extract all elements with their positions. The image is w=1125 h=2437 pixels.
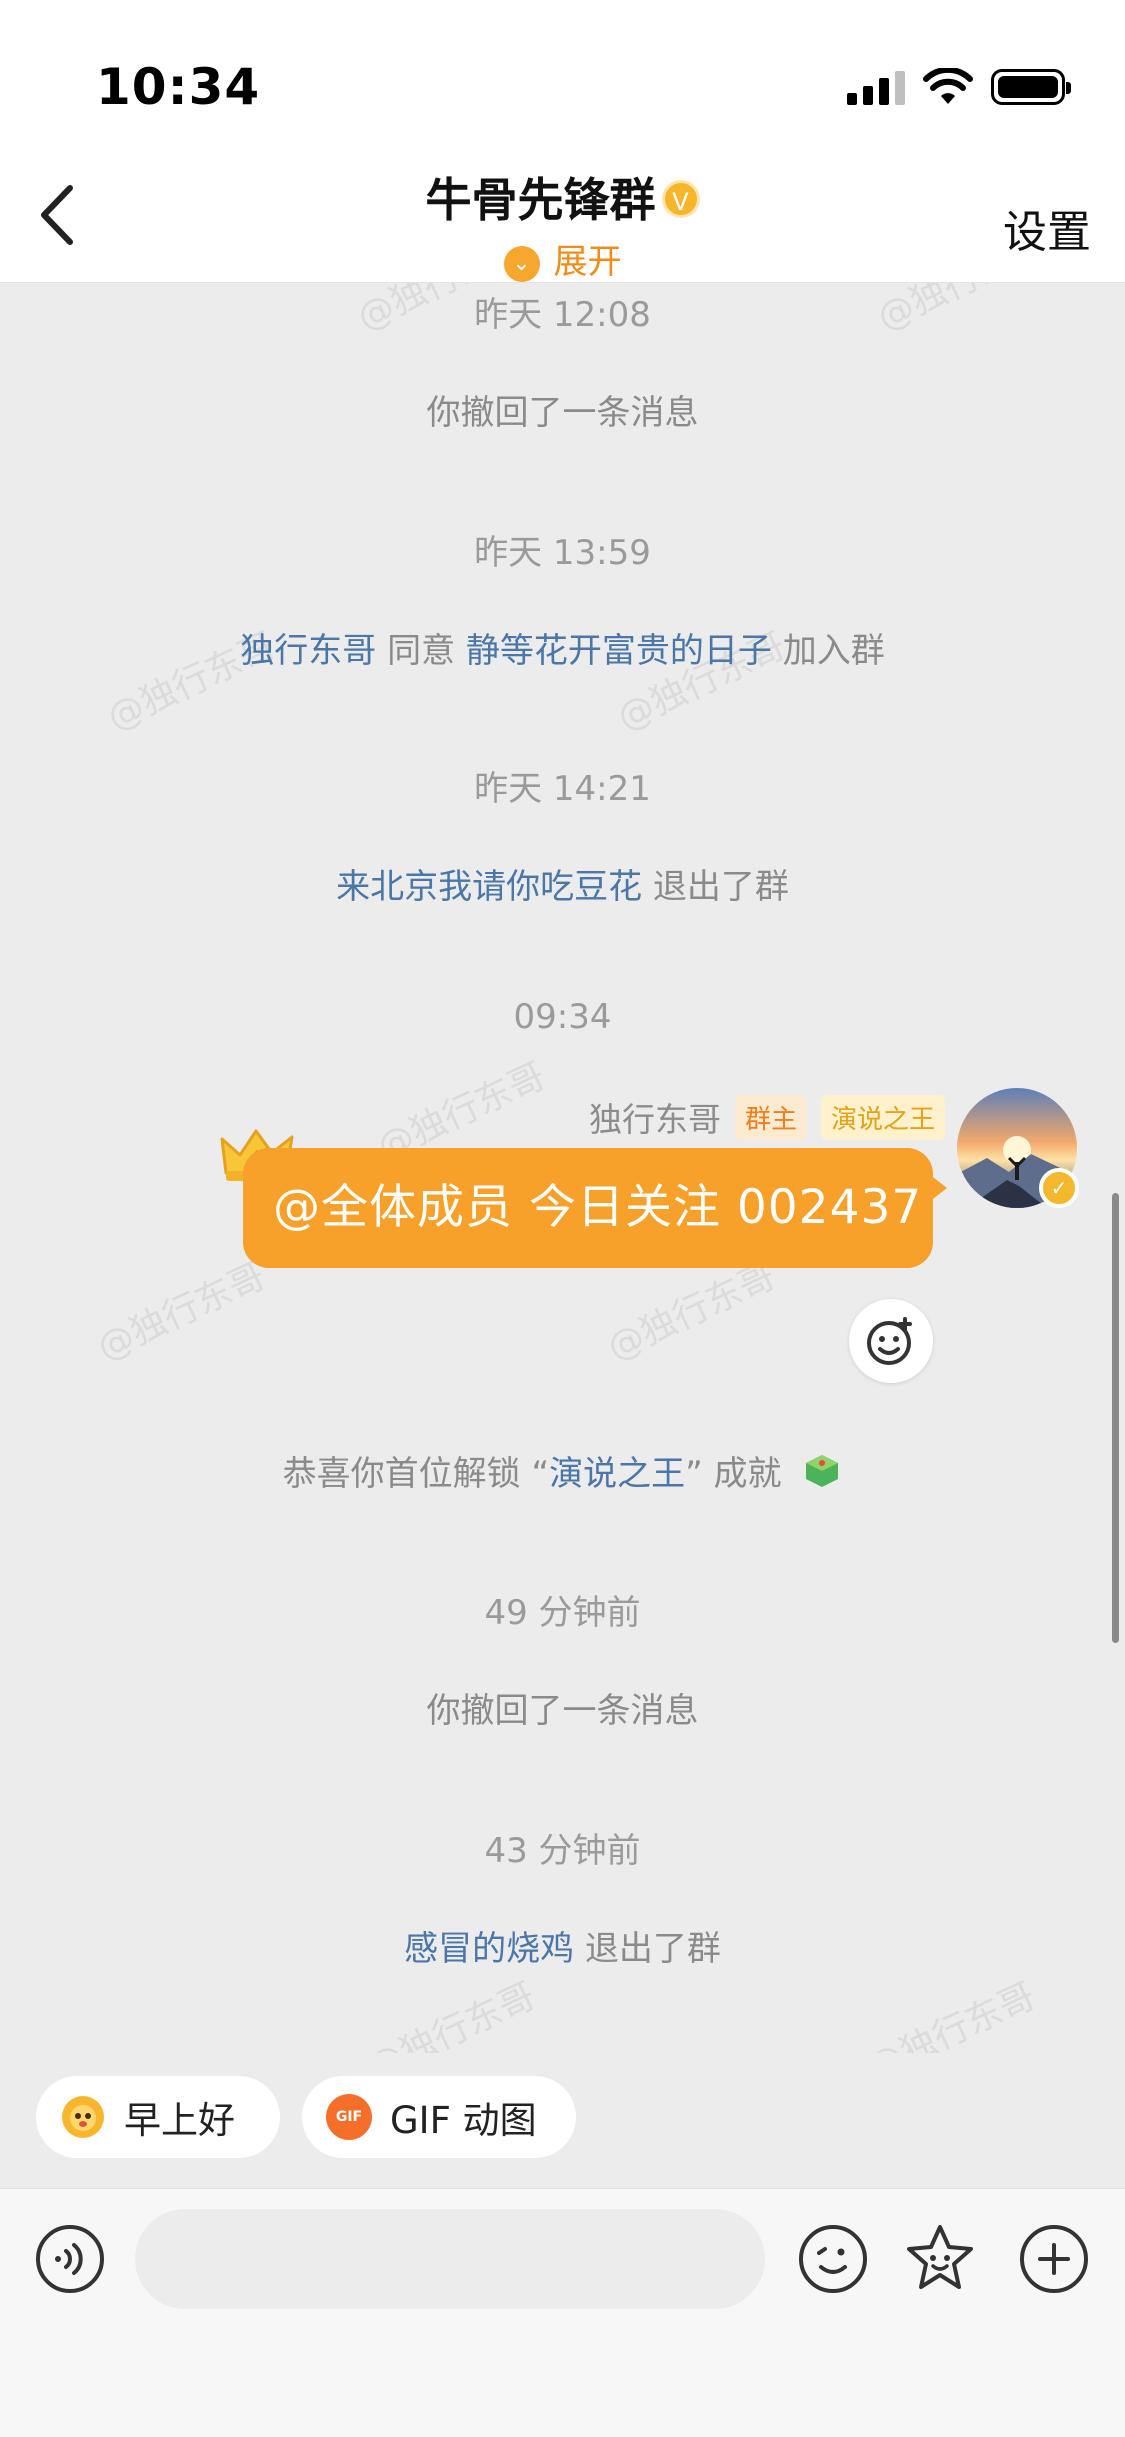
- member-link[interactable]: 感冒的烧鸡: [404, 1929, 574, 1969]
- system-message: 来北京我请你吃豆花 退出了群: [336, 867, 789, 907]
- quick-reply-bar: 早上好 GIF GIF 动图: [0, 2070, 1125, 2170]
- status-time: 10:34: [96, 58, 261, 116]
- expand-label: 展开: [553, 242, 622, 282]
- watermark: @独行东哥: [861, 1975, 1042, 2053]
- status-bar: 10:34: [0, 0, 1125, 150]
- quick-reply-label: GIF 动图: [390, 2099, 537, 2142]
- timestamp: 昨天 14:21: [474, 769, 651, 809]
- timestamp: 昨天 13:59: [474, 533, 651, 573]
- achievement-message: 恭喜你首位解锁 “演说之王” 成就: [0, 1446, 1125, 1495]
- battery-icon: [991, 69, 1071, 105]
- scrollbar[interactable]: [1112, 1193, 1119, 1643]
- system-message: 你撤回了一条消息: [426, 393, 699, 433]
- watermark: @独行东哥: [91, 1255, 272, 1369]
- system-message: 独行东哥 同意 静等花开富贵的日子 加入群: [240, 631, 885, 671]
- input-bar: [0, 2188, 1125, 2437]
- member-link[interactable]: 来北京我请你吃豆花: [336, 867, 642, 907]
- sticker-star-button[interactable]: [902, 2221, 978, 2297]
- expand-button[interactable]: ⌄ 展开: [0, 234, 1125, 283]
- sender-name[interactable]: 独行东哥: [589, 1093, 721, 1141]
- quick-reply-good-morning[interactable]: 早上好: [36, 2076, 280, 2158]
- nav-bar: 牛骨先锋群 V ⌄ 展开 设置: [0, 150, 1125, 283]
- achievement-cube-icon: [806, 1455, 839, 1487]
- owner-badge: 群主: [734, 1094, 807, 1140]
- title-badge: 演说之王: [820, 1094, 945, 1140]
- add-button[interactable]: [1016, 2221, 1092, 2297]
- system-message: 你撤回了一条消息: [426, 1691, 699, 1731]
- quick-reply-label: 早上好: [124, 2099, 235, 2142]
- member-link[interactable]: 独行东哥: [240, 631, 376, 671]
- settings-button[interactable]: 设置: [1003, 196, 1091, 260]
- gif-icon: GIF: [326, 2094, 372, 2140]
- sun-emoji-icon: [62, 2096, 104, 2138]
- battery-level: [998, 76, 1058, 98]
- emoji-reaction-button[interactable]: [849, 1299, 933, 1383]
- cellular-signal-icon: [847, 69, 905, 105]
- sender-info: 独行东哥 群主 演说之王: [589, 1093, 945, 1141]
- voice-button[interactable]: [32, 2221, 108, 2297]
- group-name: 牛骨先锋群: [425, 173, 656, 227]
- timestamp: 49 分钟前: [484, 1593, 641, 1633]
- status-icons: [847, 62, 1071, 112]
- chevron-down-icon: ⌄: [503, 246, 540, 282]
- watermark: @独行东哥: [361, 1975, 542, 2053]
- verified-icon: V: [661, 180, 700, 218]
- verified-icon: ✓: [1039, 1168, 1079, 1208]
- timestamp: 09:34: [513, 997, 612, 1037]
- achievement-link[interactable]: 演说之王: [549, 1454, 685, 1494]
- timestamp: 43 分钟前: [484, 1831, 641, 1871]
- wifi-icon: [923, 68, 973, 104]
- timestamp: 昨天 12:08: [474, 295, 651, 335]
- system-message: 感冒的烧鸡 退出了群: [404, 1929, 721, 1969]
- group-title[interactable]: 牛骨先锋群 V: [0, 164, 1125, 230]
- emoji-button[interactable]: [795, 2221, 871, 2297]
- chat-area[interactable]: @独行东哥 @独行东哥 @独行东哥 @独行东哥 @独行东哥 @独行东哥 @独行东…: [0, 283, 1125, 2053]
- quick-reply-gif[interactable]: GIF GIF 动图: [302, 2076, 576, 2158]
- message-bubble[interactable]: @全体成员 今日关注 002437: [243, 1148, 947, 1268]
- member-link[interactable]: 静等花开富贵的日子: [466, 631, 772, 671]
- message-input[interactable]: [135, 2209, 765, 2309]
